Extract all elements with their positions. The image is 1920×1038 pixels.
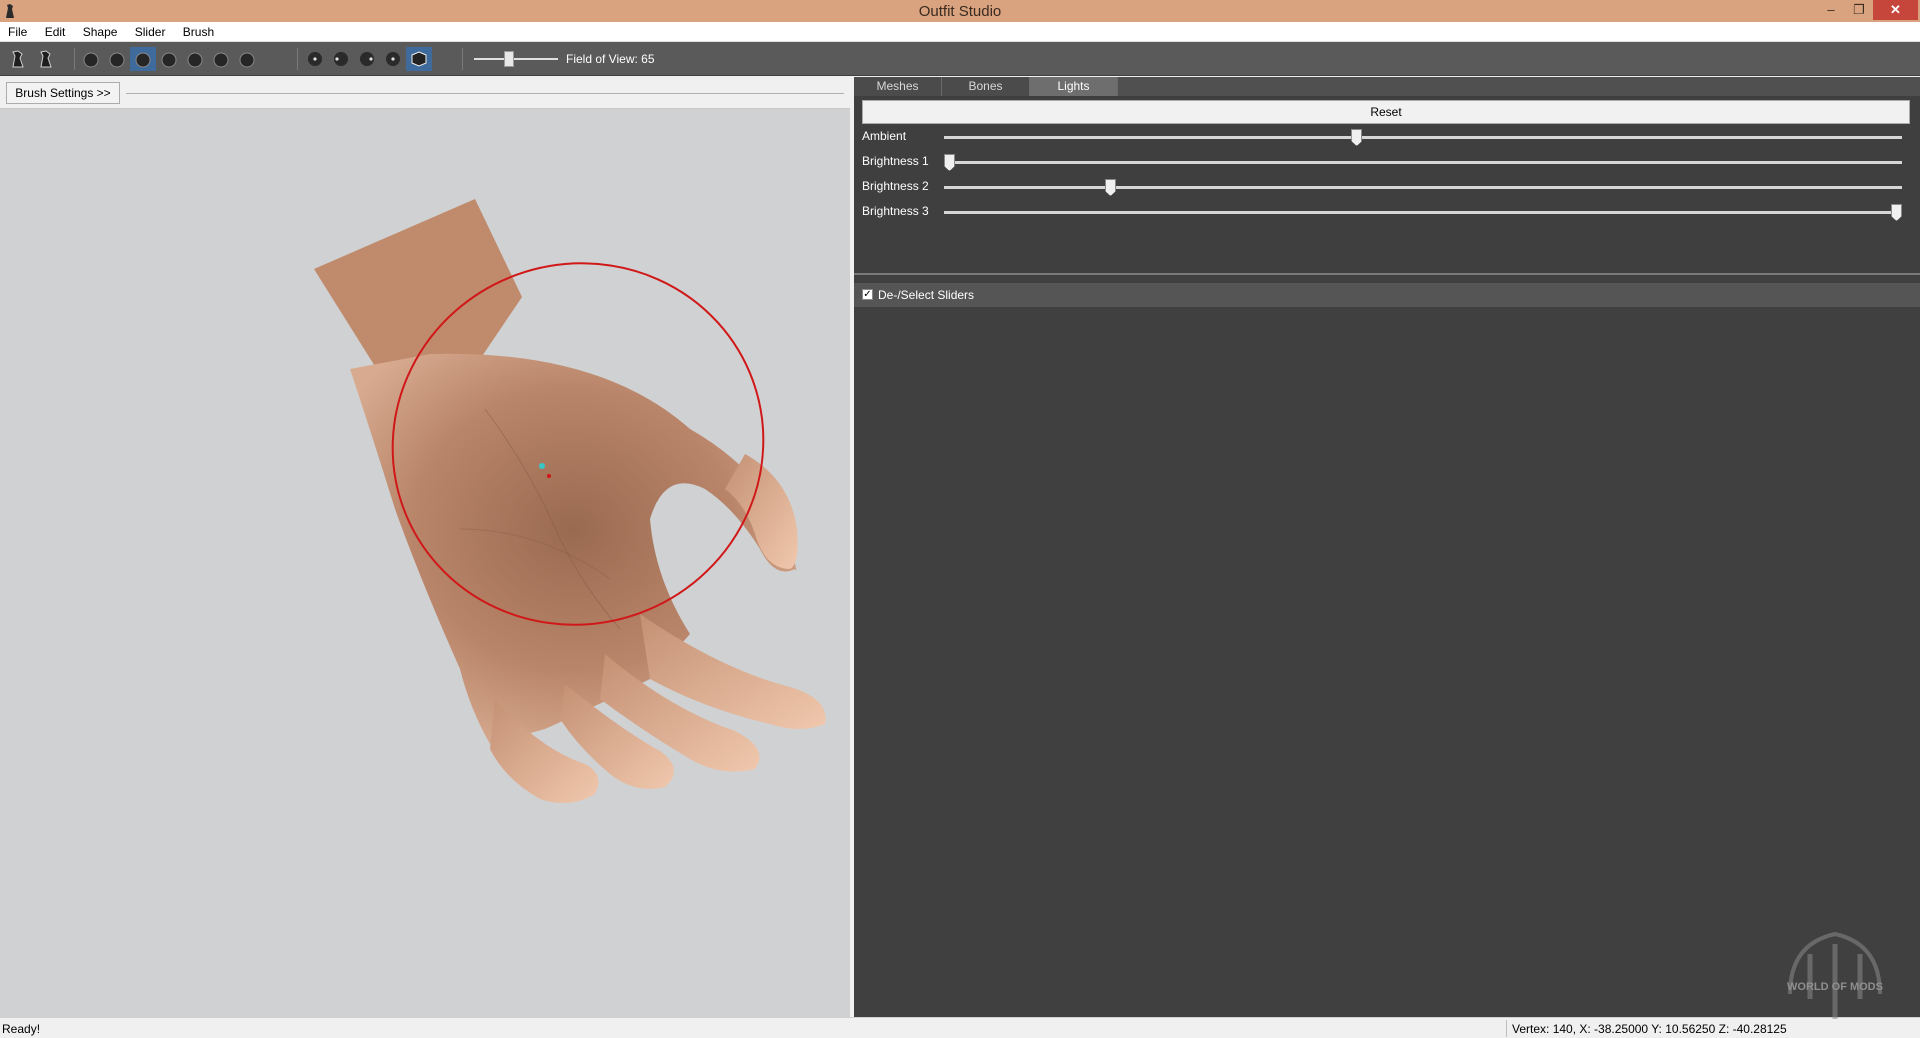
light-label: Brightness 1	[862, 154, 929, 168]
hand-mesh[interactable]	[314, 199, 826, 803]
toolbar-button[interactable]	[302, 47, 328, 71]
menu-brush[interactable]: Brush	[175, 22, 220, 39]
light-label: Brightness 3	[862, 204, 929, 218]
vertex-marker	[539, 463, 545, 469]
tab-meshes[interactable]: Meshes	[854, 77, 942, 96]
light-row-brightness-1: Brightness 1	[862, 152, 1912, 172]
view-front-icon	[308, 52, 322, 66]
sliders-header: ✓ De-/Select Sliders	[854, 283, 1920, 307]
brightness-1-slider[interactable]	[944, 154, 1902, 171]
toolbar-button[interactable]	[406, 47, 432, 71]
light-label: Brightness 2	[862, 179, 929, 193]
window-title: Outfit Studio	[918, 3, 1002, 20]
deflate-brush-icon	[161, 52, 177, 68]
toolbar-button[interactable]	[104, 47, 130, 71]
fov-slider-thumb[interactable]	[504, 51, 515, 67]
toolbar-separator	[74, 48, 75, 70]
toolbar-button[interactable]	[33, 47, 59, 71]
transform-tool-icon	[40, 50, 52, 68]
viewport-panel: Brush Settings >>	[0, 77, 850, 1017]
toolbar: Field of View: 65	[0, 42, 1920, 76]
view-left-icon	[360, 52, 374, 66]
brush-center-marker	[547, 474, 551, 478]
close-button[interactable]: ✕	[1873, 0, 1918, 20]
watermark-text: WORLD OF MODS	[1787, 981, 1883, 993]
toolbar-button[interactable]	[156, 47, 182, 71]
brightness-2-slider[interactable]	[944, 179, 1902, 196]
minimize-button[interactable]: –	[1817, 0, 1845, 20]
status-bar: Ready! Vertex: 140, X: -38.25000 Y: 10.5…	[0, 1017, 1920, 1038]
smooth-brush-icon	[187, 52, 203, 68]
weight-brush-icon	[239, 52, 255, 68]
light-row-ambient: Ambient	[862, 127, 1912, 147]
tab-bones[interactable]: Bones	[942, 77, 1030, 96]
fov-label: Field of View: 65	[566, 52, 655, 66]
vertex-readout: Vertex: 140, X: -38.25000 Y: 10.56250 Z:…	[1512, 1022, 1787, 1036]
menu-file[interactable]: File	[0, 22, 33, 39]
inflate-brush-icon	[135, 52, 151, 68]
brush-settings-button[interactable]: Brush Settings >>	[6, 82, 120, 104]
light-row-brightness-2: Brightness 2	[862, 177, 1912, 197]
reset-button[interactable]: Reset	[862, 100, 1910, 124]
slider-thumb[interactable]	[1104, 179, 1116, 196]
slider-thumb[interactable]	[1351, 129, 1363, 146]
tab-lights[interactable]: Lights	[1030, 77, 1118, 96]
toolbar-button[interactable]	[208, 47, 234, 71]
deselect-sliders-checkbox[interactable]: ✓	[862, 289, 873, 300]
menu-edit[interactable]: Edit	[37, 22, 72, 39]
tab-bar: Meshes Bones Lights	[854, 77, 1920, 96]
toolbar-button[interactable]	[354, 47, 380, 71]
view-right-icon	[386, 52, 400, 66]
toolbar-separator	[297, 48, 298, 70]
toolbar-button[interactable]	[78, 47, 104, 71]
light-label: Ambient	[862, 129, 907, 143]
toolbar-button[interactable]	[5, 47, 31, 71]
perspective-toggle-icon	[411, 51, 427, 67]
divider	[126, 93, 844, 94]
brightness-3-slider[interactable]	[944, 204, 1902, 221]
select-tool-icon	[12, 50, 24, 68]
status-divider	[1506, 1020, 1507, 1037]
menu-bar: File Edit Shape Slider Brush	[0, 22, 1920, 42]
toolbar-button[interactable]	[328, 47, 354, 71]
toolbar-button[interactable]	[182, 47, 208, 71]
view-back-icon	[334, 52, 348, 66]
lights-panel: Reset Ambient Brightness 1 Brightness 2 …	[854, 96, 1920, 275]
light-row-brightness-3: Brightness 3	[862, 202, 1912, 222]
brush-settings-bar: Brush Settings >>	[0, 77, 850, 109]
deselect-sliders-label[interactable]: De-/Select Sliders	[878, 288, 974, 302]
toolbar-button[interactable]	[130, 47, 156, 71]
toolbar-separator	[462, 48, 463, 70]
mask-brush-icon	[83, 52, 99, 68]
ambient-slider[interactable]	[944, 129, 1902, 146]
undiff-brush-icon	[213, 52, 229, 68]
right-panel: Meshes Bones Lights Reset Ambient Bright…	[854, 77, 1920, 1017]
title-bar: Outfit Studio – ❐ ✕	[0, 0, 1920, 22]
slider-thumb[interactable]	[944, 154, 955, 171]
slider-thumb[interactable]	[1891, 204, 1902, 221]
menu-shape[interactable]: Shape	[75, 22, 124, 39]
move-brush-icon	[109, 52, 125, 68]
3d-viewport[interactable]	[0, 109, 850, 1017]
sliders-list	[854, 307, 1920, 1017]
status-text: Ready!	[2, 1022, 41, 1036]
maximize-button[interactable]: ❐	[1845, 0, 1873, 20]
toolbar-button[interactable]	[234, 47, 260, 71]
menu-slider[interactable]: Slider	[127, 22, 172, 39]
watermark-logo: WORLD OF MODS	[1787, 931, 1883, 1019]
fov-slider[interactable]	[474, 51, 558, 67]
toolbar-button[interactable]	[380, 47, 406, 71]
